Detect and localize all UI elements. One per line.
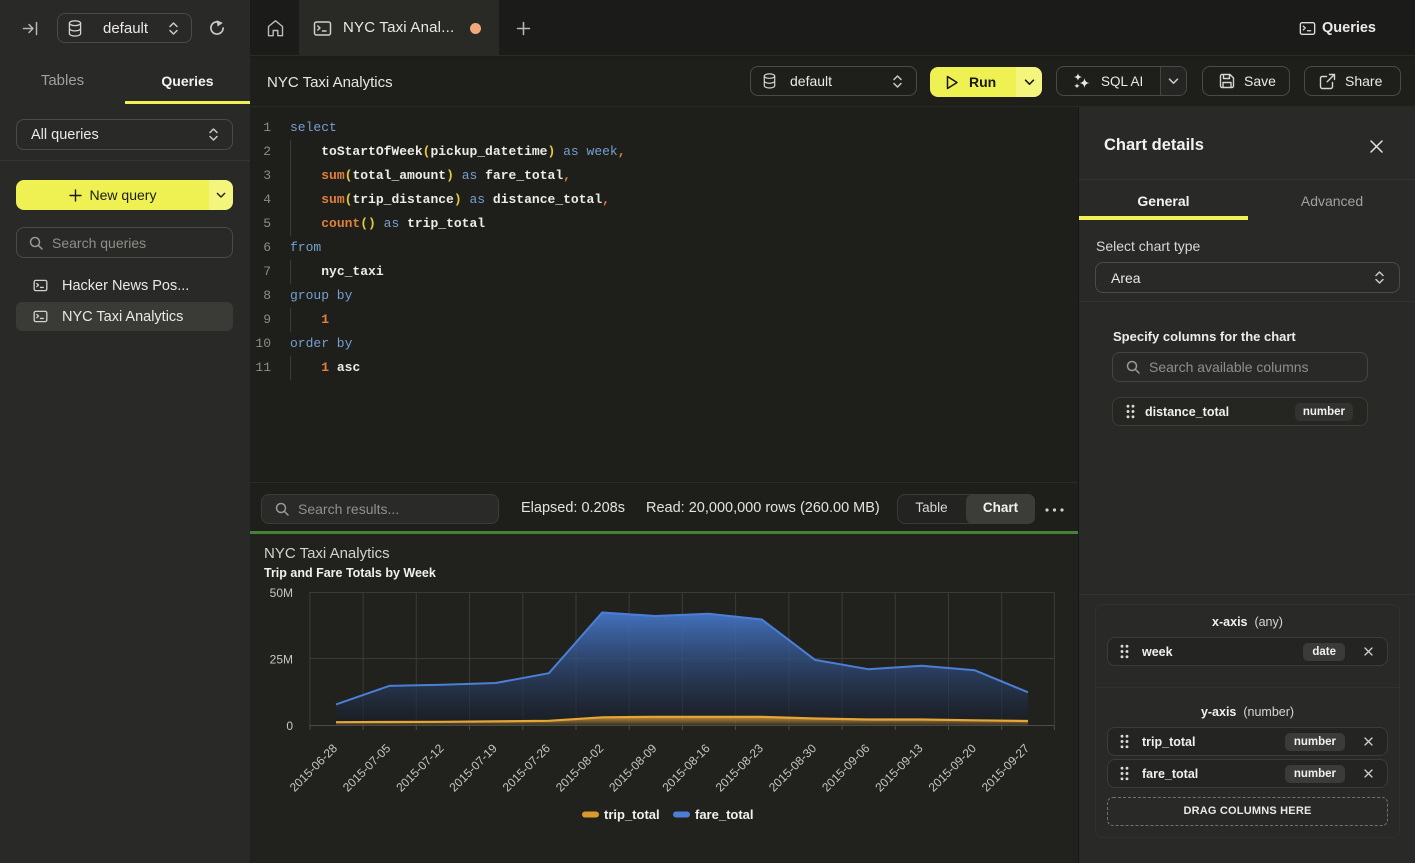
svg-text:fare_total: fare_total: [695, 807, 754, 822]
svg-text:2015-09-20: 2015-09-20: [926, 741, 980, 795]
svg-text:2015-09-13: 2015-09-13: [872, 741, 926, 795]
svg-text:2015-09-27: 2015-09-27: [979, 741, 1033, 795]
svg-text:2015-08-30: 2015-08-30: [766, 741, 820, 795]
svg-text:0: 0: [286, 719, 293, 733]
svg-text:2015-07-19: 2015-07-19: [447, 741, 501, 795]
svg-text:trip_total: trip_total: [604, 807, 660, 822]
svg-text:2015-07-26: 2015-07-26: [500, 741, 554, 795]
svg-text:2015-06-28: 2015-06-28: [287, 741, 341, 795]
svg-text:50M: 50M: [270, 586, 293, 600]
svg-text:2015-08-02: 2015-08-02: [553, 741, 607, 795]
svg-text:2015-09-06: 2015-09-06: [819, 741, 873, 795]
svg-text:2015-08-09: 2015-08-09: [606, 741, 660, 795]
svg-text:2015-08-23: 2015-08-23: [713, 741, 767, 795]
svg-text:2015-07-12: 2015-07-12: [393, 741, 447, 795]
svg-text:25M: 25M: [270, 653, 293, 667]
svg-text:2015-07-05: 2015-07-05: [340, 741, 394, 795]
svg-text:2015-08-16: 2015-08-16: [659, 741, 713, 795]
